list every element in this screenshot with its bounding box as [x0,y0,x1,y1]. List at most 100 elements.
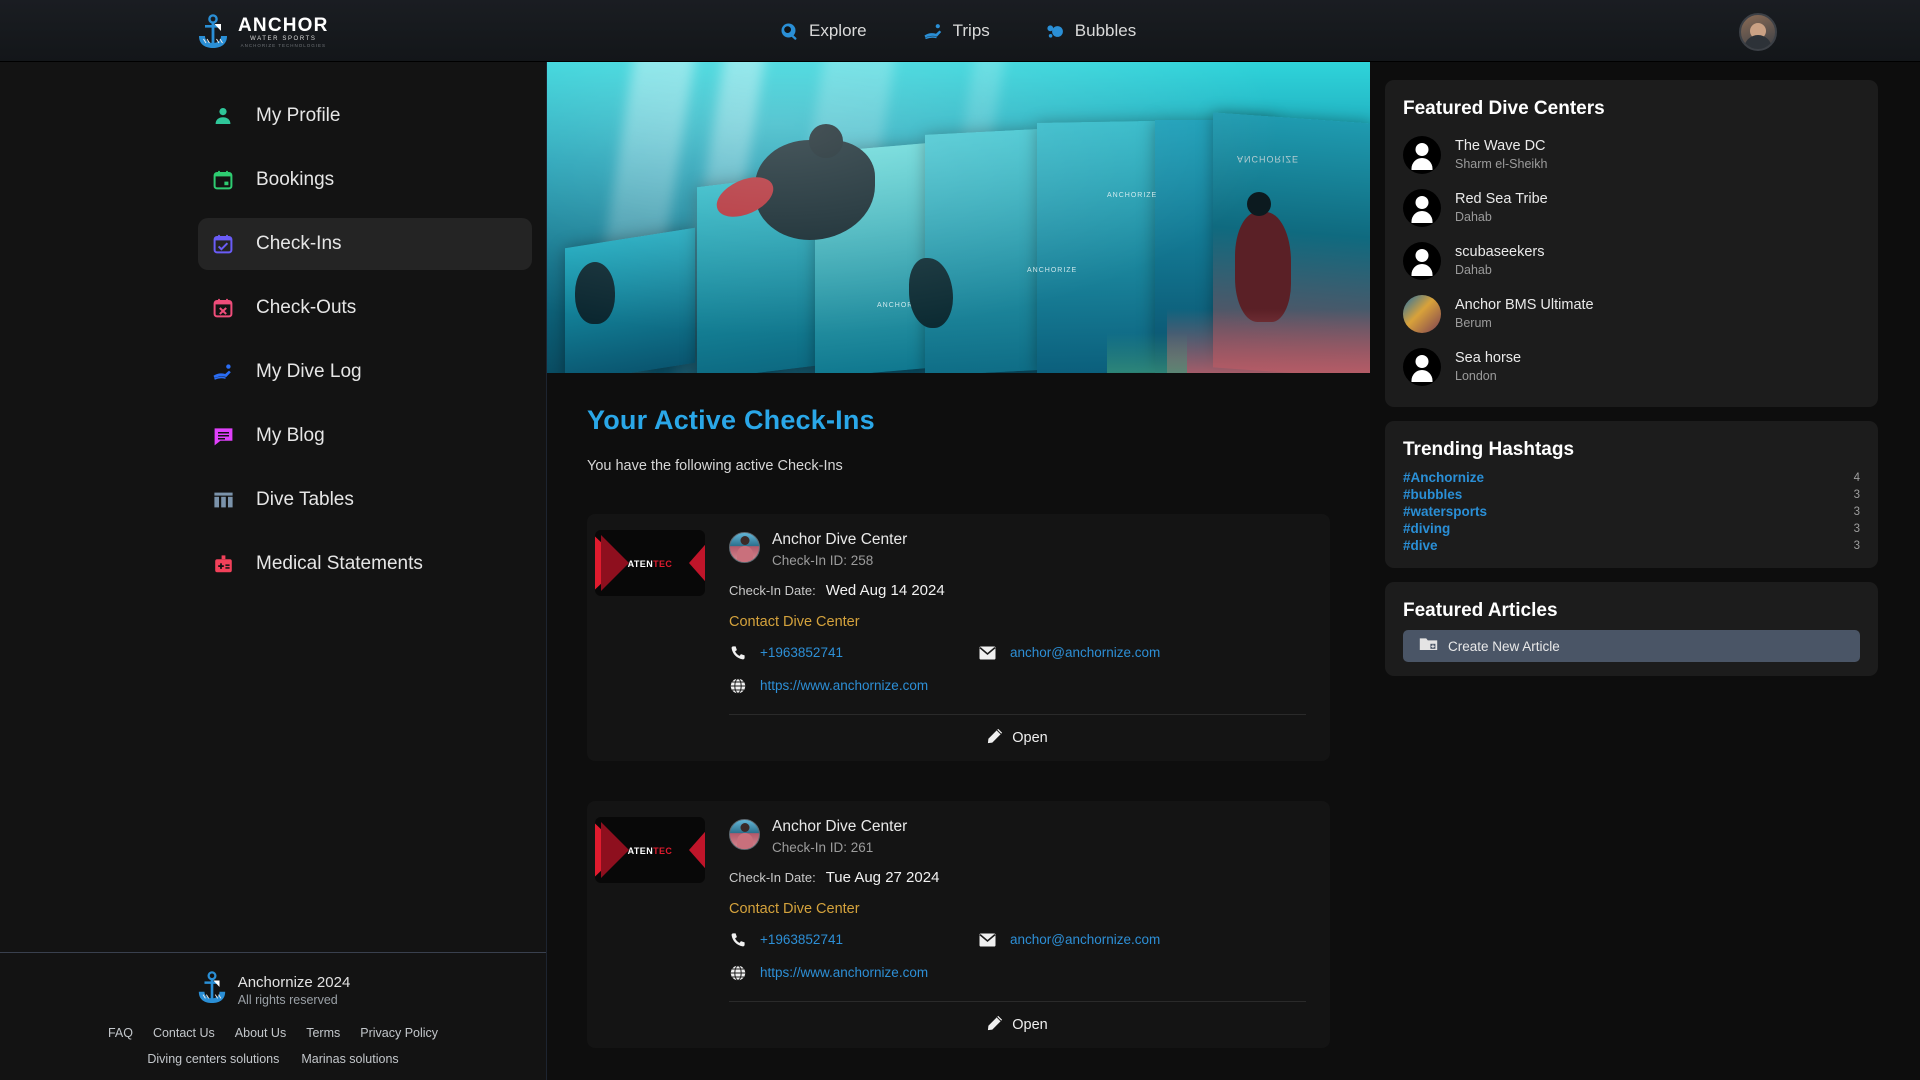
contact-email-link[interactable]: anchor@anchornize.com [1010,645,1160,660]
footer-link-privacy-policy[interactable]: Privacy Policy [360,1026,438,1040]
dive-center-location: London [1455,368,1521,385]
featured-dive-centers-title: Featured Dive Centers [1403,98,1860,120]
checkin-date-label: Check-In Date: [729,583,816,598]
sidebar-item-label: My Profile [256,105,340,127]
contact-website-link[interactable]: https://www.anchornize.com [760,678,928,693]
contact-website-link[interactable]: https://www.anchornize.com [760,965,928,980]
trending-hashtags-panel: Trending Hashtags #Anchornize 4 #bubbles… [1385,421,1878,568]
checkin-card-body: Anchor Dive Center Check-In ID: 258 Chec… [705,530,1330,761]
hashtag-row[interactable]: #bubbles 3 [1403,486,1860,503]
hashtag-row[interactable]: #watersports 3 [1403,503,1860,520]
dive-center-name: Anchor Dive Center [772,530,907,549]
checkin-date-value: Wed Aug 14 2024 [826,582,945,599]
footer-link-marinas-solutions[interactable]: Marinas solutions [301,1052,398,1066]
footer-subtitle: All rights reserved [238,992,351,1008]
contact-email[interactable]: anchor@anchornize.com [979,931,1306,948]
footer-brand-text: Anchornize 2024 All rights reserved [238,973,351,1008]
sidebar-item-medical-statements[interactable]: Medical Statements [198,538,532,590]
hero-banner-image: ANCHORIZE ANCHORIZE ANCHORIZE ANCHORIZE [547,62,1370,373]
footer-brand: Anchornize 2024 All rights reserved [196,971,351,1010]
open-button[interactable]: Open [729,1002,1306,1048]
nav-link-bubbles[interactable]: Bubbles [1046,21,1136,41]
footer-link-about-us[interactable]: About Us [235,1026,286,1040]
contact-grid: +1963852741 anchor@anchornize.com [729,931,1306,981]
sidebar-item-label: Medical Statements [256,553,423,575]
contact-email-link[interactable]: anchor@anchornize.com [1010,932,1160,947]
footer-link-terms[interactable]: Terms [306,1026,340,1040]
hashtag-row[interactable]: #dive 3 [1403,537,1860,554]
contact-phone[interactable]: +1963852741 [729,644,979,661]
sidebar-nav-list: My Profile Bookings Check-Ins [0,62,546,590]
top-navigation-bar: ANCHOR WATER SPORTS ANCHORIZE TECHNOLOGI… [0,0,1920,62]
brand-name: ANCHOR [238,16,329,36]
sidebar-item-label: Dive Tables [256,489,354,511]
open-button-label: Open [1012,730,1047,746]
diver-icon [212,361,234,383]
dive-center-location: Sharm el-Sheikh [1455,156,1547,173]
contact-website[interactable]: https://www.anchornize.com [729,677,979,694]
pencil-edit-icon [987,1015,1003,1036]
hashtag-label: #dive [1403,538,1438,553]
contact-website[interactable]: https://www.anchornize.com [729,964,979,981]
contact-phone[interactable]: +1963852741 [729,931,979,948]
footer-link-diving-centers-solutions[interactable]: Diving centers solutions [147,1052,279,1066]
chat-message-icon [212,425,234,447]
list-item[interactable]: scubaseekers Dahab [1403,234,1860,287]
brand-logo[interactable]: ANCHOR WATER SPORTS ANCHORIZE TECHNOLOGI… [196,14,329,50]
avatar[interactable] [1739,13,1777,51]
sidebar-item-my-blog[interactable]: My Blog [198,410,532,462]
open-button[interactable]: Open [729,715,1306,761]
dive-center-avatar [729,819,760,850]
bubbles-icon [1046,22,1065,41]
open-button-label: Open [1012,1017,1047,1033]
checkin-card-header: Anchor Dive Center Check-In ID: 258 [729,530,1306,570]
email-icon [979,644,996,661]
anchor-logo-icon [196,971,228,1010]
sidebar-item-dive-tables[interactable]: Dive Tables [198,474,532,526]
hashtag-count: 3 [1854,523,1860,535]
list-item[interactable]: Red Sea Tribe Dahab [1403,181,1860,234]
sidebar-item-label: My Dive Log [256,361,362,383]
contact-grid: +1963852741 anchor@anchornize.com [729,644,1306,694]
sidebar-item-check-outs[interactable]: Check-Outs [198,282,532,334]
contact-phone-link[interactable]: +1963852741 [760,645,843,660]
phone-icon [729,644,746,661]
create-new-article-button[interactable]: Create New Article [1403,630,1860,662]
footer-link-faq[interactable]: FAQ [108,1026,133,1040]
sidebar-item-label: My Blog [256,425,325,447]
default-person-avatar [1403,242,1441,280]
hashtag-count: 3 [1854,506,1860,518]
body-wrapper: My Profile Bookings Check-Ins [0,62,1920,1080]
dive-center-location: Dahab [1455,262,1544,279]
page-title: Your Active Check-Ins [587,405,1330,436]
avatar-body [1744,35,1772,51]
list-item[interactable]: Sea horse London [1403,340,1860,393]
list-item[interactable]: Anchor BMS Ultimate Berum [1403,287,1860,340]
list-item[interactable]: The Wave DC Sharm el-Sheikh [1403,128,1860,181]
calendar-icon [212,169,234,191]
hashtag-row[interactable]: #Anchornize 4 [1403,469,1860,486]
dive-center-name: Anchor Dive Center [772,817,907,836]
dive-center-avatar [729,532,760,563]
page-subtitle: You have the following active Check-Ins [587,458,1330,474]
sidebar-item-bookings[interactable]: Bookings [198,154,532,206]
sidebar-item-my-profile[interactable]: My Profile [198,90,532,142]
contact-dive-center-heading: Contact Dive Center [729,614,1306,630]
hashtag-row[interactable]: #diving 3 [1403,520,1860,537]
brand-wordmark: ANCHOR WATER SPORTS ANCHORIZE TECHNOLOGI… [238,16,329,49]
checkin-card[interactable]: ATENTEC Anchor Dive Center Check-In ID: … [587,801,1330,1048]
footer-link-contact-us[interactable]: Contact Us [153,1026,215,1040]
hashtag-count: 3 [1854,489,1860,501]
nav-link-trips-label: Trips [953,21,990,41]
nav-link-explore[interactable]: Explore [780,21,867,41]
contact-phone-link[interactable]: +1963852741 [760,932,843,947]
calendar-check-icon [212,233,234,255]
checkin-date-row: Check-In Date: Tue Aug 27 2024 [729,869,1306,886]
nav-link-trips[interactable]: Trips [923,21,990,41]
checkin-card[interactable]: ATENTEC Anchor Dive Center Check-In ID: … [587,514,1330,761]
contact-email[interactable]: anchor@anchornize.com [979,644,1306,661]
sidebar-item-check-ins[interactable]: Check-Ins [198,218,532,270]
dive-center-name: Sea horse [1455,349,1521,367]
sidebar-item-my-dive-log[interactable]: My Dive Log [198,346,532,398]
sidebar-item-label: Bookings [256,169,334,191]
